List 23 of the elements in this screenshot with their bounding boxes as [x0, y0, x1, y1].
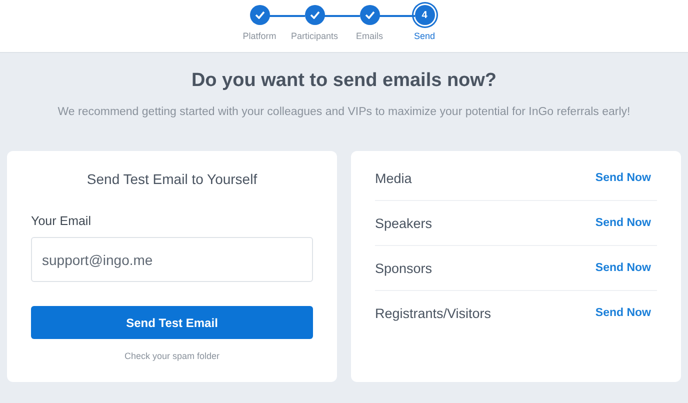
send-now-link[interactable]: Send Now	[595, 307, 651, 319]
check-icon	[364, 11, 374, 19]
send-now-link[interactable]: Send Now	[595, 262, 651, 274]
page-subtitle: We recommend getting started with your colleagues and VIPs to maximize your potential for InGo referrals early!	[56, 106, 632, 118]
group-name: Sponsors	[375, 260, 432, 276]
step-number: 4	[422, 10, 428, 20]
email-field[interactable]: support@ingo.me	[31, 237, 313, 282]
group-name: Registrants/Visitors	[375, 306, 492, 320]
send-test-button[interactable]: Send Test Email	[31, 306, 313, 339]
group-name: Speakers	[375, 216, 432, 230]
card-title: Send Test Email to Yourself	[86, 171, 258, 187]
spam-note: Check your spam folder	[123, 351, 221, 361]
group-name: Media	[375, 170, 412, 186]
page-heading: Do you want to send emails now?	[190, 70, 498, 92]
check-icon	[254, 11, 264, 19]
step-label: Participants	[290, 31, 338, 41]
step-label: Send	[414, 31, 436, 41]
check-icon	[310, 11, 320, 19]
step-label: Emails	[356, 31, 383, 41]
field-label: Your Email	[31, 214, 92, 228]
send-now-link[interactable]: Send Now	[595, 172, 651, 184]
step-label: Platform	[242, 31, 276, 41]
send-now-link[interactable]: Send Now	[595, 217, 651, 229]
